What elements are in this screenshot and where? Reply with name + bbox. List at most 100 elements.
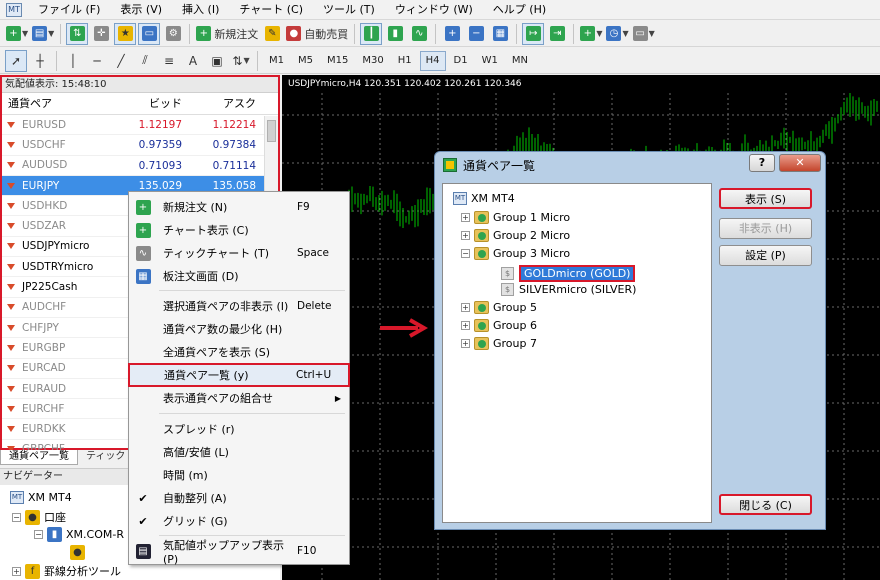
metaeditor-button[interactable]: ✎ — [261, 23, 283, 45]
indicators-button[interactable]: + ▼ — [579, 23, 603, 45]
navigator-accounts[interactable]: − ● 口座 — [12, 509, 66, 525]
menu-item-hide-all[interactable]: 通貨ペア数の最少化 (H) — [129, 318, 349, 340]
close-button[interactable]: 閉じる (C) — [719, 494, 812, 515]
menu-item-chart-window[interactable]: + チャート表示 (C) — [129, 219, 349, 241]
menu-tools[interactable]: ツール (T) — [313, 0, 385, 20]
menu-item-new-order[interactable]: + 新規注文 (N) F9 — [129, 196, 349, 218]
zoom-out-button[interactable]: − — [465, 23, 487, 45]
tree-group-3[interactable]: − Group 3 Micro — [461, 247, 570, 260]
equidistant-channel-tool[interactable]: ⫽ — [134, 50, 156, 72]
tree-group-2[interactable]: + Group 2 Micro — [461, 229, 570, 242]
menu-item-symbols[interactable]: 通貨ペア一覧 (y) Ctrl+U — [128, 363, 350, 387]
tab-tick-chart[interactable]: ティック — [78, 450, 133, 465]
new-order-button[interactable]: + 新規注文 — [195, 23, 259, 45]
periods-button[interactable]: ◷ ▼ — [605, 23, 629, 45]
symbol-name: AUDCHF — [22, 301, 67, 314]
text-tool[interactable]: A — [182, 50, 204, 72]
navigator-toggle[interactable]: ★ — [114, 22, 137, 45]
menu-item-popup-prices[interactable]: ▤ 気配値ポップアップ表示 (P) F10 — [129, 539, 349, 566]
tree-group-7[interactable]: + Group 7 — [461, 337, 537, 350]
tile-windows-button[interactable]: ▦ — [489, 23, 511, 45]
tree-symbol-silver[interactable]: $ SILVERmicro (SILVER) — [501, 283, 636, 296]
menu-help[interactable]: ヘルプ (H) — [483, 0, 556, 20]
arrows-tool[interactable]: ⇅ ▼ — [230, 50, 252, 72]
menu-item-hide-symbol[interactable]: 選択通貨ペアの非表示 (I) Delete — [129, 295, 349, 317]
vertical-line-tool[interactable]: │ — [62, 50, 84, 72]
menu-item-tick-chart[interactable]: ∿ ティックチャート (T) Space — [129, 242, 349, 264]
bar-chart-button[interactable]: ┃ — [360, 22, 383, 45]
timeframe-mn[interactable]: MN — [506, 51, 534, 71]
market-watch-row[interactable]: AUDUSD 0.71093 0.71114 — [2, 156, 278, 176]
navigator-root[interactable]: MT XM MT4 — [10, 491, 72, 504]
menu-item-sets[interactable]: 表示通貨ペアの組合せ ▶ — [129, 387, 349, 409]
hide-button[interactable]: 非表示 (H) — [719, 218, 812, 239]
market-watch-row[interactable]: EURUSD 1.12197 1.12214 — [2, 115, 278, 136]
settings-button[interactable]: 設定 (P) — [719, 245, 812, 266]
horizontal-line-tool[interactable]: ─ — [86, 50, 108, 72]
timeframe-m5[interactable]: M5 — [292, 51, 319, 71]
market-watch-toggle[interactable]: ⇅ — [66, 22, 89, 45]
price-down-arrow-icon — [6, 363, 16, 373]
zoom-in-button[interactable]: + — [441, 23, 463, 45]
tree-group-5[interactable]: + Group 5 — [461, 301, 537, 314]
cursor-tool[interactable]: ➚ — [5, 49, 27, 72]
column-ask[interactable]: アスク — [186, 93, 260, 114]
profiles-button[interactable]: ▤ ▼ — [31, 23, 55, 45]
candle-chart-button[interactable]: ▮ — [384, 23, 406, 45]
navigator-indicators-label: 罫線分析ツール — [44, 565, 121, 578]
timeframe-m30[interactable]: M30 — [356, 51, 389, 71]
autoscroll-button[interactable]: ↦ — [522, 22, 545, 45]
menu-item-order-book[interactable]: ▦ 板注文画面 (D) — [129, 265, 349, 287]
tab-symbols[interactable]: 通貨ペア一覧 — [0, 450, 78, 465]
fibonacci-tool[interactable]: ≡ — [158, 50, 180, 72]
crosshair-icon: ┼ — [36, 53, 44, 68]
tree-group-6[interactable]: + Group 6 — [461, 319, 537, 332]
timeframe-h1[interactable]: H1 — [392, 51, 418, 71]
label-tool[interactable]: ▣ — [206, 50, 228, 72]
menu-item-spread[interactable]: スプレッド (r) — [129, 418, 349, 440]
navigator-server[interactable]: − ▮ XM.COM-R — [34, 527, 124, 542]
menu-item-time[interactable]: 時間 (m) — [129, 464, 349, 486]
market-watch-row[interactable]: USDCHF 0.97359 0.97384 — [2, 135, 278, 156]
horizontal-line-icon: ─ — [93, 53, 101, 68]
show-button[interactable]: 表示 (S) — [719, 188, 812, 209]
timeframe-w1[interactable]: W1 — [476, 51, 504, 71]
navigator-account-item[interactable]: ● — [70, 545, 85, 560]
templates-button[interactable]: ▭ ▼ — [632, 23, 656, 45]
help-button[interactable]: ? — [749, 154, 775, 172]
menu-chart[interactable]: チャート (C) — [229, 0, 313, 20]
trendline-tool[interactable]: ╱ — [110, 50, 132, 72]
close-window-button[interactable]: ✕ — [779, 154, 821, 172]
tree-root[interactable]: MT XM MT4 — [453, 192, 515, 205]
auto-trade-button[interactable]: ● 自動売買 — [285, 23, 349, 45]
crosshair-tool[interactable]: ┼ — [29, 50, 51, 72]
menu-item-grid[interactable]: ✔ グリッド (G) — [129, 510, 349, 532]
menu-view[interactable]: 表示 (V) — [110, 0, 172, 20]
menu-item-high-low[interactable]: 高値/安値 (L) — [129, 441, 349, 463]
timeframe-h4[interactable]: H4 — [419, 50, 446, 71]
column-symbol[interactable]: 通貨ペア — [2, 93, 114, 114]
menu-window[interactable]: ウィンドウ (W) — [385, 0, 483, 20]
menu-item-show-all[interactable]: 全通貨ペアを表示 (S) — [129, 341, 349, 363]
terminal-toggle[interactable]: ▭ — [138, 22, 161, 45]
chart-shift-button[interactable]: ⇥ — [546, 23, 568, 45]
clock-icon: ◷ — [606, 26, 622, 41]
new-chart-button[interactable]: + ▼ — [5, 23, 29, 45]
column-bid[interactable]: ビッド — [114, 93, 186, 114]
tester-toggle[interactable]: ⚙ — [162, 23, 184, 45]
tree-group-1[interactable]: + Group 1 Micro — [461, 211, 570, 224]
line-chart-button[interactable]: ∿ — [408, 23, 430, 45]
timeframe-m1[interactable]: M1 — [263, 51, 290, 71]
toolbar-separator — [189, 23, 191, 44]
menu-insert[interactable]: 挿入 (I) — [172, 0, 229, 20]
menu-file[interactable]: ファイル (F) — [28, 0, 110, 20]
timeframe-m15[interactable]: M15 — [321, 51, 354, 71]
scrollbar-thumb[interactable] — [267, 120, 276, 142]
menu-item-auto-arrange[interactable]: ✔ 自動整列 (A) — [129, 487, 349, 509]
symbol-cell: EURUSD — [2, 115, 114, 134]
data-window-toggle[interactable]: ✛ — [90, 23, 112, 45]
toolbar-separator — [257, 50, 258, 71]
navigator-indicators[interactable]: + f 罫線分析ツール — [12, 563, 121, 579]
tree-symbol-gold[interactable]: $ GOLDmicro (GOLD) — [501, 265, 636, 282]
timeframe-d1[interactable]: D1 — [448, 51, 474, 71]
